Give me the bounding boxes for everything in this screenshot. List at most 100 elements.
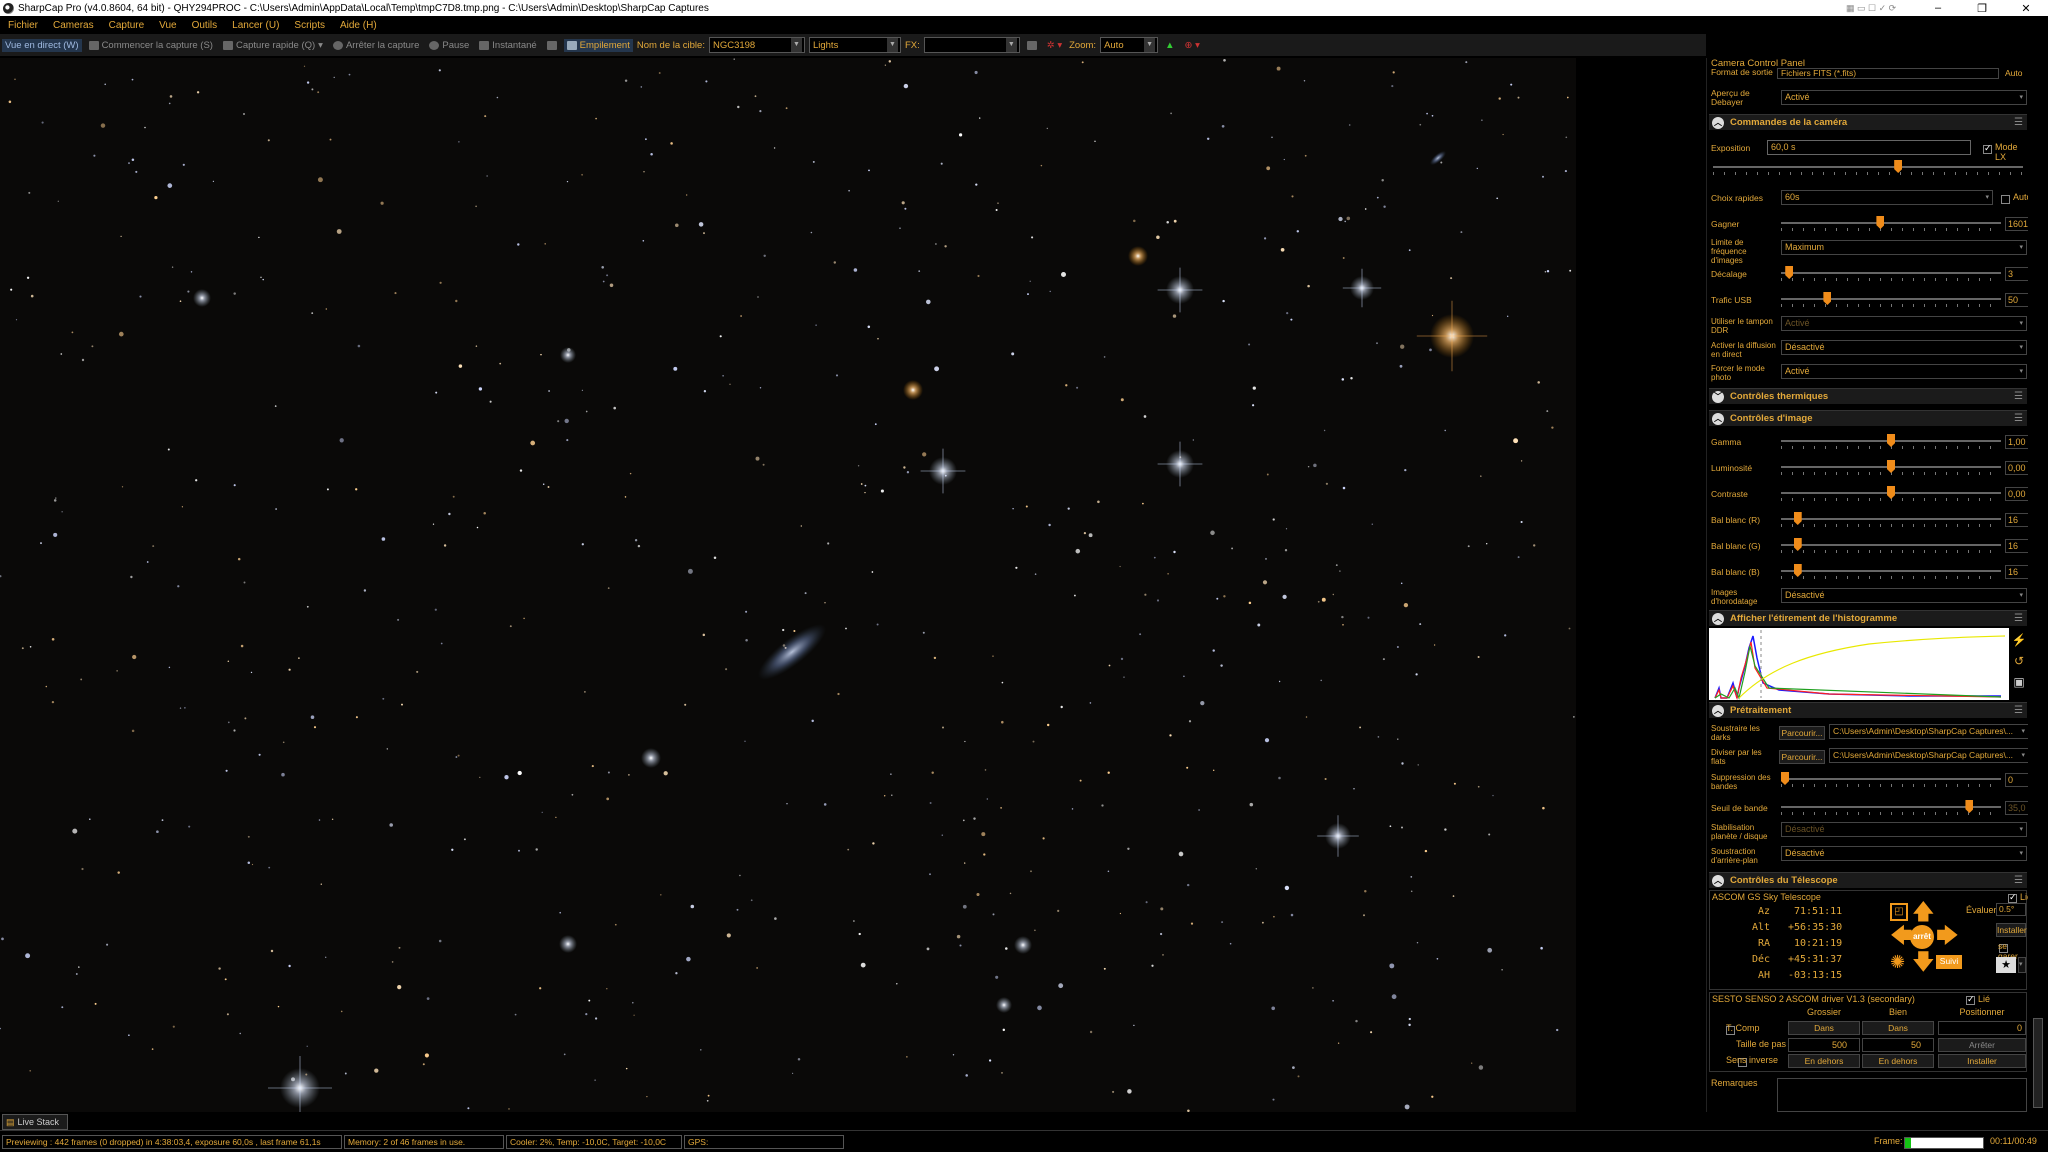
usb-value[interactable]: 50 <box>2005 293 2028 307</box>
gain-value[interactable]: 1601 <box>2005 217 2028 231</box>
ddr-combo[interactable]: Activé ▾ <box>1781 316 2027 331</box>
stacking-button[interactable]: Empilement <box>563 38 633 52</box>
auto-stretch-icon[interactable]: ⚡ <box>2011 630 2027 651</box>
fine-step-input[interactable]: 50 <box>1862 1038 1934 1052</box>
brightness-value[interactable]: 0,00 <box>2005 461 2028 475</box>
hamburger-icon[interactable]: ☰ <box>2014 413 2023 424</box>
minimize-button[interactable]: – <box>1916 2 1960 14</box>
track-button[interactable]: Suivi <box>1936 955 1962 969</box>
wb-red-value[interactable]: 16 <box>2005 513 2028 527</box>
histogram-tools[interactable]: ⚡ ↺ ▣ <box>2011 630 2027 693</box>
slew-mode-icon[interactable]: ◰ <box>1890 903 1908 921</box>
band-threshold-value[interactable]: 35,0 <box>2005 801 2028 815</box>
banding-slider[interactable] <box>1781 770 2001 790</box>
close-button[interactable]: ✕ <box>2004 2 2048 15</box>
fine-out-button[interactable]: En dehors <box>1862 1054 1934 1068</box>
wb-blue-slider[interactable] <box>1781 562 2001 582</box>
save-icon[interactable]: ▣ <box>2011 672 2027 693</box>
zoom-combo[interactable]: Auto ▼ <box>1100 37 1159 53</box>
tools-button[interactable] <box>544 40 560 51</box>
frame-type-combo[interactable]: Lights ▼ <box>808 37 901 53</box>
coarse-in-button[interactable]: Dans <box>1788 1021 1860 1035</box>
lx-mode-checkbox[interactable] <box>1983 143 1992 154</box>
maximize-button[interactable]: ❐ <box>1960 2 2004 15</box>
frame-limit-combo[interactable]: Maximum ▾ <box>1781 240 2027 255</box>
preprocessing-section-header[interactable]: ︿ Prétraitement ☰ <box>1709 702 2027 718</box>
menu-capture[interactable]: Capture <box>101 20 152 31</box>
usb-slider[interactable] <box>1781 290 2001 310</box>
notes-textarea[interactable] <box>1777 1078 2027 1112</box>
chevron-down-icon[interactable]: ▾ <box>2018 957 2026 973</box>
debayer-combo[interactable]: Activé ▾ <box>1781 90 2027 105</box>
wb-red-slider[interactable] <box>1781 510 2001 530</box>
image-section-header[interactable]: ︿ Contrôles d'image ☰ <box>1709 410 2027 426</box>
brightness-slider[interactable] <box>1781 458 2001 478</box>
arrow-up-icon[interactable]: 🡅 <box>1912 901 1935 923</box>
menu-aide[interactable]: Aide (H) <box>332 20 384 31</box>
grid-button[interactable] <box>1024 40 1040 51</box>
scroll-thumb[interactable] <box>2033 1018 2043 1108</box>
title-toolbar-icons[interactable]: ▦ ▭ ☐ ✓ ⟳ <box>1846 3 1916 14</box>
focuser-stop-button[interactable]: Arrêter <box>1938 1038 2026 1052</box>
timestamp-combo[interactable]: Désactivé ▾ <box>1781 588 2027 603</box>
star-icon[interactable]: ★ <box>1996 957 2016 973</box>
stabilisation-combo[interactable]: Désactivé ▾ <box>1781 822 2027 837</box>
darks-path-combo[interactable]: C:\Users\Admin\Desktop\SharpCap Captures… <box>1829 724 2028 739</box>
target-sun-icon[interactable]: ✺ <box>1890 953 1905 971</box>
menu-lancer[interactable]: Lancer (U) <box>224 20 286 31</box>
coarse-out-button[interactable]: En dehors <box>1788 1054 1860 1068</box>
focuser-linked-checkbox[interactable] <box>1966 994 1975 1005</box>
menu-vue[interactable]: Vue <box>151 20 183 31</box>
quick-capture-button[interactable]: Capture rapide (Q) ▾ <box>220 39 326 52</box>
menu-scripts[interactable]: Scripts <box>286 20 332 31</box>
stop-capture-button[interactable]: Arrêter la capture <box>330 39 422 52</box>
offset-value[interactable]: 3 <box>2005 267 2028 281</box>
wb-green-slider[interactable] <box>1781 536 2001 556</box>
start-capture-button[interactable]: Commencer la capture (S) <box>86 39 216 52</box>
coarse-step-input[interactable]: 500 <box>1788 1038 1860 1052</box>
wb-blue-value[interactable]: 16 <box>2005 565 2028 579</box>
pause-button[interactable]: Pause <box>426 39 472 52</box>
zoom-tool-button[interactable]: ⊕ ▾ <box>1181 39 1202 52</box>
band-threshold-slider[interactable] <box>1781 798 2001 818</box>
telescope-section-header[interactable]: ︿ Contrôles du Télescope ☰ <box>1709 872 2027 888</box>
fine-in-button[interactable]: Dans <box>1862 1021 1934 1035</box>
menu-cameras[interactable]: Cameras <box>45 20 101 31</box>
reticle-button[interactable]: ✲ ▾ <box>1044 39 1065 52</box>
exposure-slider[interactable] <box>1713 158 2023 178</box>
gamma-slider[interactable] <box>1781 432 2001 452</box>
histogram-section-header[interactable]: ︿ Afficher l'étirement de l'histogramme ☰ <box>1709 610 2027 626</box>
focuser-setup-button[interactable]: Installer <box>1938 1054 2026 1068</box>
histogram-button[interactable]: ▲ <box>1162 39 1177 52</box>
live-view-button[interactable]: Vue en direct (W) <box>2 38 82 52</box>
rate-combo[interactable]: 0.5° <box>1996 903 2026 916</box>
panel-scrollbar[interactable] <box>2028 58 2048 1112</box>
exposure-input[interactable]: 60,0 s <box>1767 140 1971 155</box>
wb-green-value[interactable]: 16 <box>2005 539 2028 553</box>
arrow-down-icon[interactable]: 🡇 <box>1912 951 1935 973</box>
camera-section-header[interactable]: ︿ Commandes de la caméra ☰ <box>1709 114 2027 130</box>
photo-mode-combo[interactable]: Activé ▾ <box>1781 364 2027 379</box>
hamburger-icon[interactable]: ☰ <box>2014 117 2023 128</box>
reset-icon[interactable]: ↺ <box>2011 651 2027 672</box>
output-format-auto[interactable]: Auto <box>2005 68 2023 78</box>
live-image-view[interactable] <box>0 58 1576 1112</box>
position-input[interactable]: 0 <box>1938 1021 2026 1035</box>
bg-sub-combo[interactable]: Désactivé ▾ <box>1781 846 2027 861</box>
stop-slew-button[interactable]: arrêt <box>1910 925 1934 949</box>
hamburger-icon[interactable]: ☰ <box>2014 705 2023 716</box>
contrast-value[interactable]: 0,00 <box>2005 487 2028 501</box>
quick-choice-combo[interactable]: 60s ▾ <box>1781 190 1993 205</box>
target-name-combo[interactable]: NGC3198 ▼ <box>708 37 805 53</box>
histogram-chart[interactable] <box>1709 628 2009 701</box>
gain-slider[interactable] <box>1781 214 2001 234</box>
live-stack-tab[interactable]: ▤ Live Stack <box>2 1114 68 1130</box>
hamburger-icon[interactable]: ☰ <box>2014 875 2023 886</box>
menu-fichier[interactable]: Fichier <box>0 20 45 31</box>
gamma-value[interactable]: 1,00 <box>2005 435 2028 449</box>
output-format-combo[interactable]: Fichiers FITS (*.fits) <box>1777 68 1999 79</box>
telescope-setup-button[interactable]: Installer <box>1996 923 2027 937</box>
flats-browse-button[interactable]: Parcourir... <box>1779 750 1825 764</box>
darks-browse-button[interactable]: Parcourir... <box>1779 726 1825 740</box>
arrow-right-icon[interactable]: 🡆 <box>1936 925 1959 947</box>
